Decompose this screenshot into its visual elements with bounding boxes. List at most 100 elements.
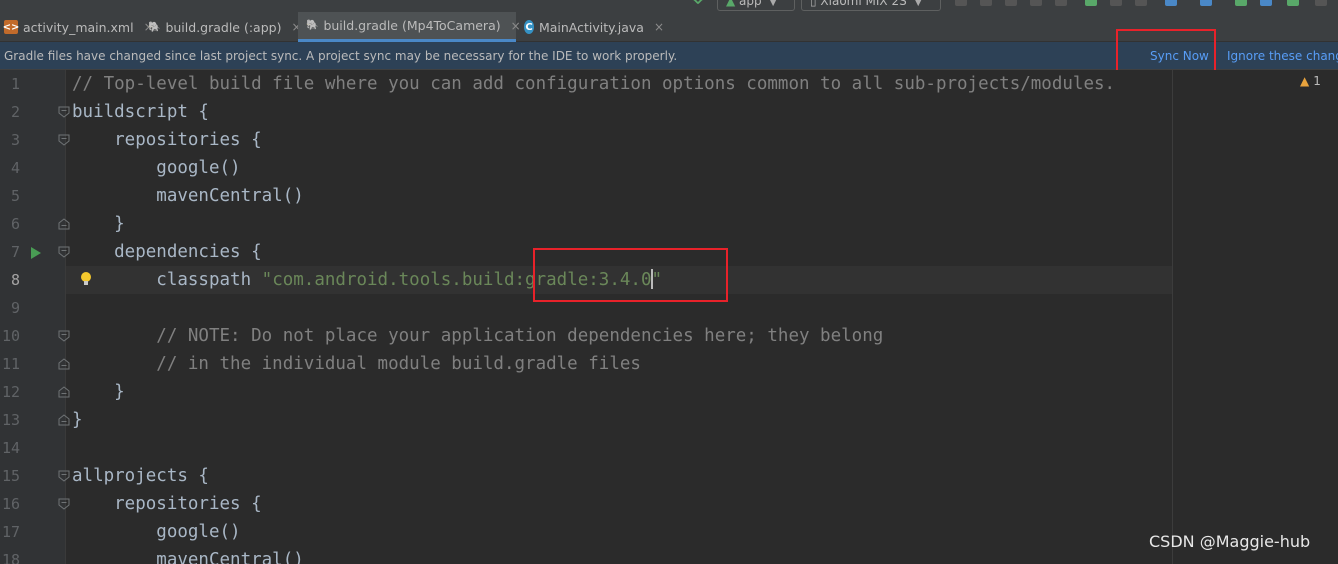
debug-icon[interactable] (980, 0, 992, 6)
code-line: allprojects { (72, 462, 209, 490)
code-line: mavenCentral() (72, 182, 304, 210)
run-gutter-icon[interactable] (30, 245, 42, 259)
code-line: buildscript { (72, 98, 209, 126)
apply-code-changes-icon[interactable] (1085, 0, 1097, 6)
code-line: dependencies { (72, 238, 262, 266)
code-line: repositories { (72, 126, 262, 154)
code-token: } (72, 382, 125, 402)
code-line: mavenCentral() (72, 546, 304, 564)
code-line: // Top-level build file where you can ad… (72, 70, 1115, 98)
warning-icon: ▲ (1300, 74, 1310, 88)
code-token: mavenCentral() (72, 186, 304, 206)
code-line: // in the individual module build.gradle… (72, 350, 641, 378)
java-class-icon: C (524, 20, 534, 34)
fold-open-icon[interactable] (58, 246, 70, 258)
chevron-down-icon: ▼ (914, 0, 922, 8)
fold-close-icon[interactable] (58, 414, 70, 426)
xml-file-icon: <> (2, 20, 20, 34)
phone-icon: ▯ (810, 0, 821, 8)
fold-open-icon[interactable] (58, 330, 70, 342)
line-number: 11 (1, 355, 20, 373)
line-number: 4 (10, 159, 20, 177)
code-token: buildscript { (72, 102, 209, 122)
code-token: dependencies { (72, 242, 262, 262)
code-editor[interactable]: // Top-level build file where you can ad… (0, 70, 1338, 564)
coverage-icon[interactable] (1110, 0, 1122, 6)
line-number: 8 (10, 271, 20, 289)
tab-build-gradle-app[interactable]: 🐘 build.gradle (:app) × (148, 12, 302, 42)
code-token: repositories { (72, 494, 262, 514)
intention-bulb-icon[interactable] (80, 271, 92, 287)
apply-changes-icon[interactable] (1055, 0, 1067, 6)
ignore-changes-link[interactable]: Ignore these changes (1227, 42, 1338, 70)
code-line: // NOTE: Do not place your application d… (72, 322, 883, 350)
tab-build-gradle-project[interactable]: 🐘 build.gradle (Mp4ToCamera) × (298, 12, 521, 42)
stop-icon[interactable] (1135, 0, 1147, 6)
code-token: repositories { (72, 130, 262, 150)
line-number: 7 (10, 243, 20, 261)
line-number: 3 (10, 131, 20, 149)
device-manager-icon[interactable] (1287, 0, 1299, 6)
code-line: } (72, 210, 125, 238)
main-toolbar: ▲ app ▼ ▯ Xiaomi MIX 2S ▼ (0, 0, 1338, 12)
code-line: } (72, 378, 125, 406)
line-number: 18 (1, 551, 20, 564)
line-number: 6 (10, 215, 20, 233)
tab-activity-main-xml[interactable]: <> activity_main.xml × (2, 12, 154, 42)
fold-close-icon[interactable] (58, 386, 70, 398)
build-hammer-icon[interactable] (692, 0, 704, 5)
sync-gradle-icon[interactable] (1165, 0, 1177, 6)
inspection-warnings[interactable]: ▲ 1 (1300, 74, 1321, 88)
attach-debugger-icon[interactable] (1030, 0, 1042, 6)
chevron-down-icon: ▼ (769, 0, 777, 8)
code-token: } (72, 214, 125, 234)
close-icon[interactable]: × (654, 20, 664, 34)
code-token: // NOTE: Do not place your application d… (72, 326, 884, 346)
fold-open-icon[interactable] (58, 470, 70, 482)
line-number: 10 (1, 327, 20, 345)
layout-inspector-icon[interactable] (1260, 0, 1272, 6)
fold-close-icon[interactable] (58, 218, 70, 230)
line-number: 13 (1, 411, 20, 429)
code-token: google() (72, 158, 241, 178)
code-token: mavenCentral() (72, 550, 304, 564)
fold-close-icon[interactable] (58, 358, 70, 370)
right-margin-guide (1172, 70, 1173, 564)
line-number: 2 (10, 103, 20, 121)
fold-open-icon[interactable] (58, 106, 70, 118)
code-token: // in the individual module build.gradle… (72, 354, 641, 374)
code-line: } (72, 406, 83, 434)
tab-main-activity-java[interactable]: C MainActivity.java × (524, 12, 664, 42)
device-select[interactable]: ▯ Xiaomi MIX 2S ▼ (801, 0, 941, 11)
profile-icon[interactable] (1005, 0, 1017, 6)
gradle-elephant-icon: 🐘 (148, 21, 161, 33)
notification-message: Gradle files have changed since last pro… (4, 49, 678, 63)
code-token: classpath (72, 270, 262, 290)
fold-open-icon[interactable] (58, 134, 70, 146)
close-icon[interactable]: × (511, 19, 521, 33)
line-number: 12 (1, 383, 20, 401)
code-line: google() (72, 518, 241, 546)
search-everywhere-icon[interactable] (1315, 0, 1327, 6)
code-line: google() (72, 154, 241, 182)
line-number: 14 (1, 439, 20, 457)
code-token: } (72, 410, 83, 430)
code-token: allprojects { (72, 466, 209, 486)
fold-open-icon[interactable] (58, 498, 70, 510)
line-number: 1 (10, 75, 20, 93)
code-token: // Top-level build file where you can ad… (72, 74, 1116, 94)
run-icon[interactable] (955, 0, 967, 6)
code-token: google() (72, 522, 241, 542)
line-number: 9 (10, 299, 20, 317)
line-number: 15 (1, 467, 20, 485)
sdk-manager-icon[interactable] (1235, 0, 1247, 6)
line-number: 17 (1, 523, 20, 541)
gradle-elephant-icon: 🐘 (306, 20, 319, 31)
avd-manager-icon[interactable] (1200, 0, 1212, 6)
csdn-watermark: CSDN @Maggie-hub (1149, 532, 1311, 551)
run-config-select[interactable]: ▲ app ▼ (717, 0, 795, 11)
gradle-version-highlight-box (533, 248, 728, 302)
code-line: repositories { (72, 490, 262, 518)
android-icon: ▲ (726, 0, 740, 8)
line-number: 16 (1, 495, 20, 513)
